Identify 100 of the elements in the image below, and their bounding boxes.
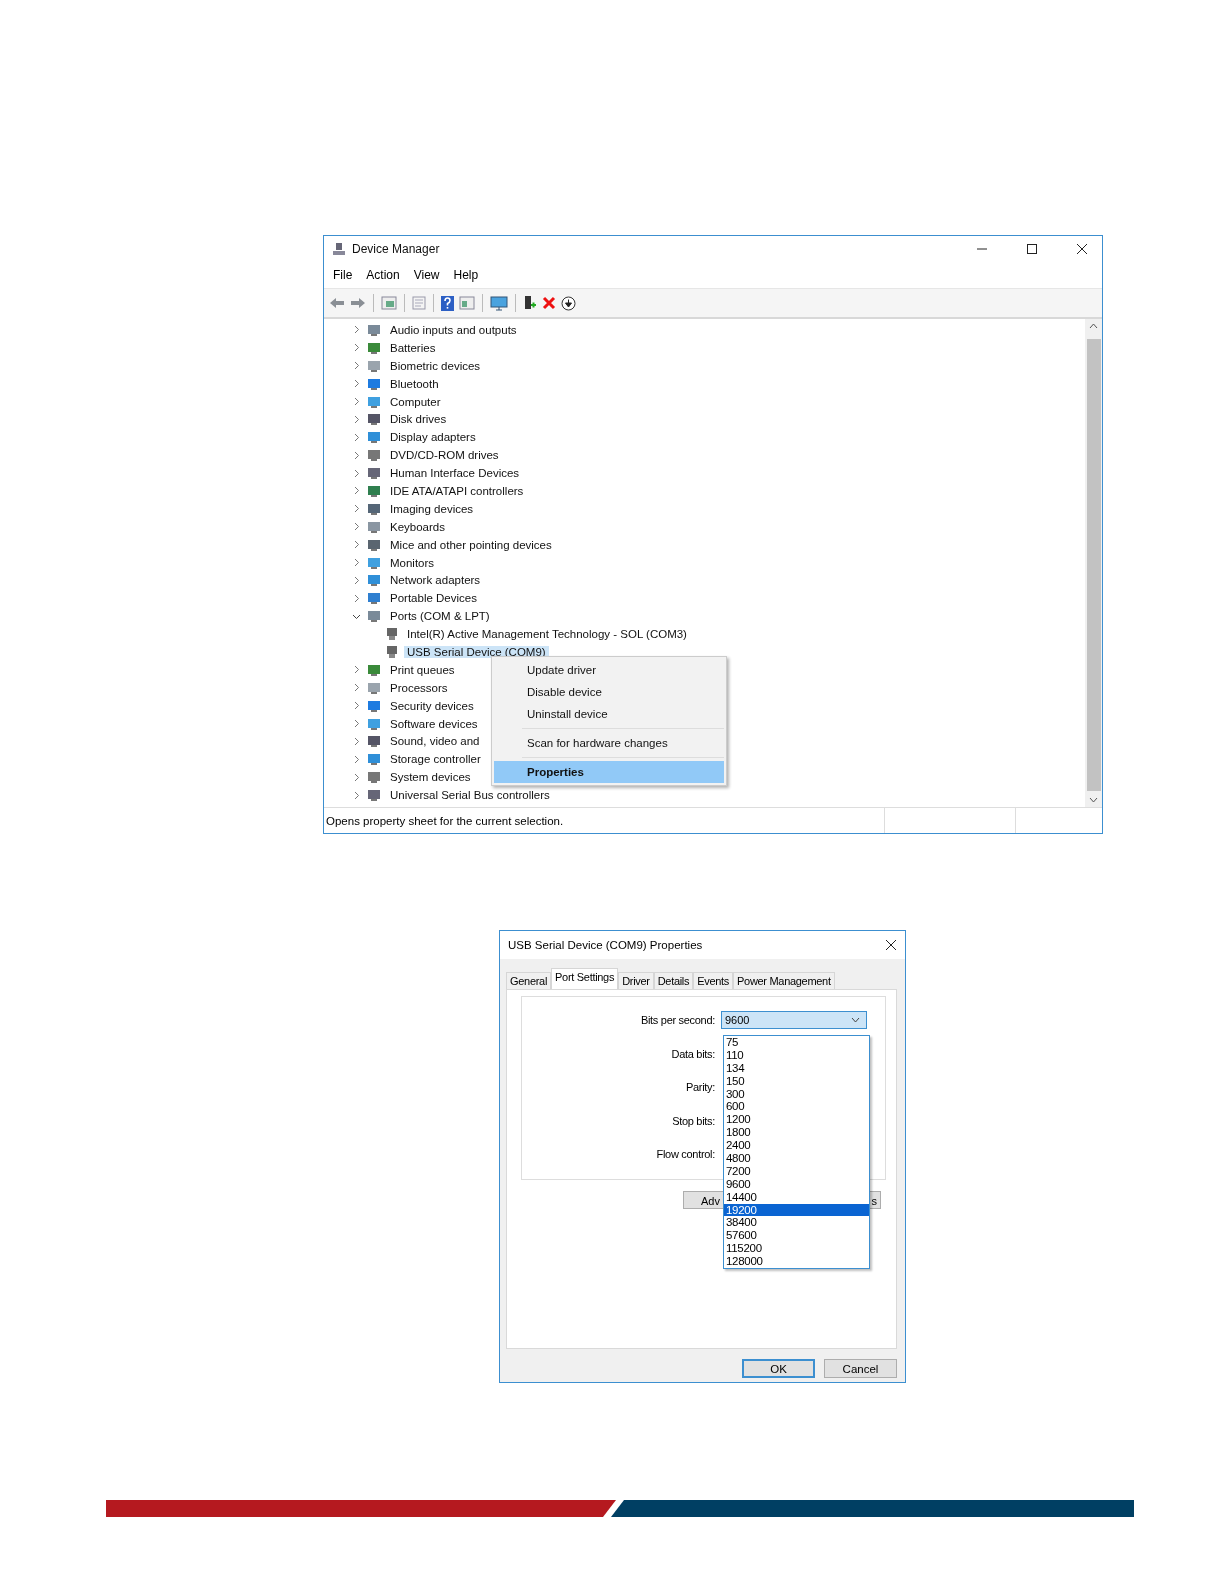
tree-item[interactable]: Monitors [387,556,438,569]
chevron-right-icon[interactable] [352,468,361,478]
chevron-right-icon[interactable] [352,754,361,764]
tab[interactable]: Port Settings [551,968,619,989]
chevron-right-icon[interactable] [352,343,361,353]
tree-item[interactable]: IDE ATA/ATAPI controllers [387,484,527,497]
chevron-right-icon[interactable] [352,558,361,567]
dropdown-option[interactable]: 57600 [724,1229,869,1243]
dialog-button[interactable]: Cancel [824,1359,897,1378]
tree-item[interactable]: Software devices [387,717,481,730]
chevron-right-icon[interactable] [352,361,361,371]
tree-item[interactable]: Disk drives [387,413,450,426]
tree-item[interactable]: Human Interface Devices [387,467,523,480]
tree-item[interactable]: Intel(R) Active Management Technology - SOL (COM3) [404,628,690,641]
dropdown-option[interactable]: 75 [724,1036,869,1049]
tab[interactable]: Power Management [733,972,835,989]
chevron-right-icon[interactable] [352,325,361,335]
tab[interactable]: Events [693,972,734,989]
dropdown-option[interactable]: 110 [724,1048,869,1062]
chevron-right-icon[interactable] [352,665,361,675]
close-icon[interactable] [1076,243,1088,255]
dropdown-option[interactable]: 19200 [724,1203,869,1217]
bits-per-second-dropdown[interactable]: 9600 [721,1011,867,1029]
dropdown-option[interactable]: 1200 [724,1113,869,1127]
chevron-right-icon[interactable] [352,736,361,746]
chevron-right-icon[interactable] [352,540,361,550]
monitor-icon[interactable] [490,295,508,311]
chevron-right-icon[interactable] [352,450,361,460]
dropdown-option[interactable]: 134 [724,1061,869,1075]
scrollbar[interactable] [1085,319,1102,807]
forward-arrow-icon[interactable] [350,296,366,310]
dropdown-option[interactable]: 1800 [724,1126,869,1140]
x-icon[interactable] [542,296,556,310]
tree-item[interactable]: Security devices [387,699,477,712]
device-add-icon[interactable] [523,295,537,311]
help-icon[interactable] [441,295,454,311]
dropdown-option[interactable]: 2400 [724,1139,869,1152]
chevron-right-icon[interactable] [352,790,361,800]
dropdown-option[interactable]: 4800 [724,1152,869,1165]
tab[interactable]: Driver [618,972,654,989]
dropdown-option[interactable]: 38400 [724,1216,869,1230]
menu-item[interactable]: View [413,268,440,282]
chevron-right-icon[interactable] [352,593,361,603]
menu-item[interactable]: Disable device [494,681,724,703]
chevron-right-icon[interactable] [352,486,361,496]
tree-item[interactable]: System devices [387,771,474,784]
tree-item[interactable]: Keyboards [387,520,448,533]
down-arrow-circle-icon[interactable] [561,295,576,311]
chevron-right-icon[interactable] [352,575,361,585]
chevron-right-icon[interactable] [352,432,361,442]
chevron-right-icon[interactable] [352,522,361,532]
tree-item[interactable]: Computer [387,395,444,408]
dropdown-option[interactable]: 600 [724,1100,869,1114]
close-icon[interactable] [885,939,897,951]
tree-item[interactable]: Network adapters [387,574,484,587]
tab[interactable]: Details [653,972,694,989]
chevron-right-icon[interactable] [352,701,361,711]
scroll-up-icon[interactable] [1089,323,1098,329]
tree-item[interactable]: Print queues [387,663,458,676]
tree-item[interactable]: Batteries [387,341,439,354]
dropdown-option[interactable]: 300 [724,1087,869,1101]
tree-item[interactable]: USB Serial Device (COM9) [404,645,549,658]
tree-item[interactable]: DVD/CD-ROM drives [387,449,502,462]
menu-item[interactable]: Properties [494,761,724,783]
window-icon[interactable] [459,296,475,310]
tree-item[interactable]: Storage controller [387,753,484,766]
scroll-down-icon[interactable] [1089,797,1098,803]
tree-item[interactable]: Portable Devices [387,592,480,605]
tree-item[interactable]: Audio inputs and outputs [387,323,520,336]
menu-item[interactable]: Scan for hardware changes [494,732,724,754]
tree-item[interactable]: Processors [387,681,451,694]
tree-item[interactable]: Imaging devices [387,502,477,515]
tree-item[interactable]: Sound, video and [387,735,483,748]
tab[interactable]: General [506,972,552,989]
back-arrow-icon[interactable] [329,296,345,310]
menu-item[interactable]: Action [366,268,400,282]
tree-item[interactable]: Bluetooth [387,377,442,390]
dropdown-option[interactable]: 115200 [724,1242,869,1256]
dialog-button[interactable]: OK [742,1359,815,1378]
chevron-right-icon[interactable] [352,504,361,514]
chevron-right-icon[interactable] [352,414,361,424]
chevron-right-icon[interactable] [352,379,361,389]
dropdown-option[interactable]: 128000 [724,1255,869,1269]
chevron-right-icon[interactable] [352,397,361,406]
menu-item[interactable]: File [333,268,353,282]
tree-item[interactable]: Mice and other pointing devices [387,538,555,551]
maximize-icon[interactable] [1026,243,1038,255]
tree-item[interactable]: Display adapters [387,431,479,444]
dropdown-option[interactable]: 150 [724,1074,869,1088]
menu-item[interactable]: Uninstall device [494,703,724,725]
chevron-right-icon[interactable] [352,719,361,729]
dropdown-option[interactable]: 7200 [724,1164,869,1178]
tree-item[interactable]: Universal Serial Bus controllers [387,789,553,802]
scrollbar-thumb[interactable] [1086,339,1101,791]
menu-item[interactable]: Update driver [494,659,724,681]
chevron-right-icon[interactable] [352,683,361,693]
window-icon[interactable] [381,296,397,310]
dropdown-option[interactable]: 9600 [724,1177,869,1191]
tree-item[interactable]: Ports (COM & LPT) [387,610,493,623]
menu-item[interactable]: Help [453,268,479,282]
